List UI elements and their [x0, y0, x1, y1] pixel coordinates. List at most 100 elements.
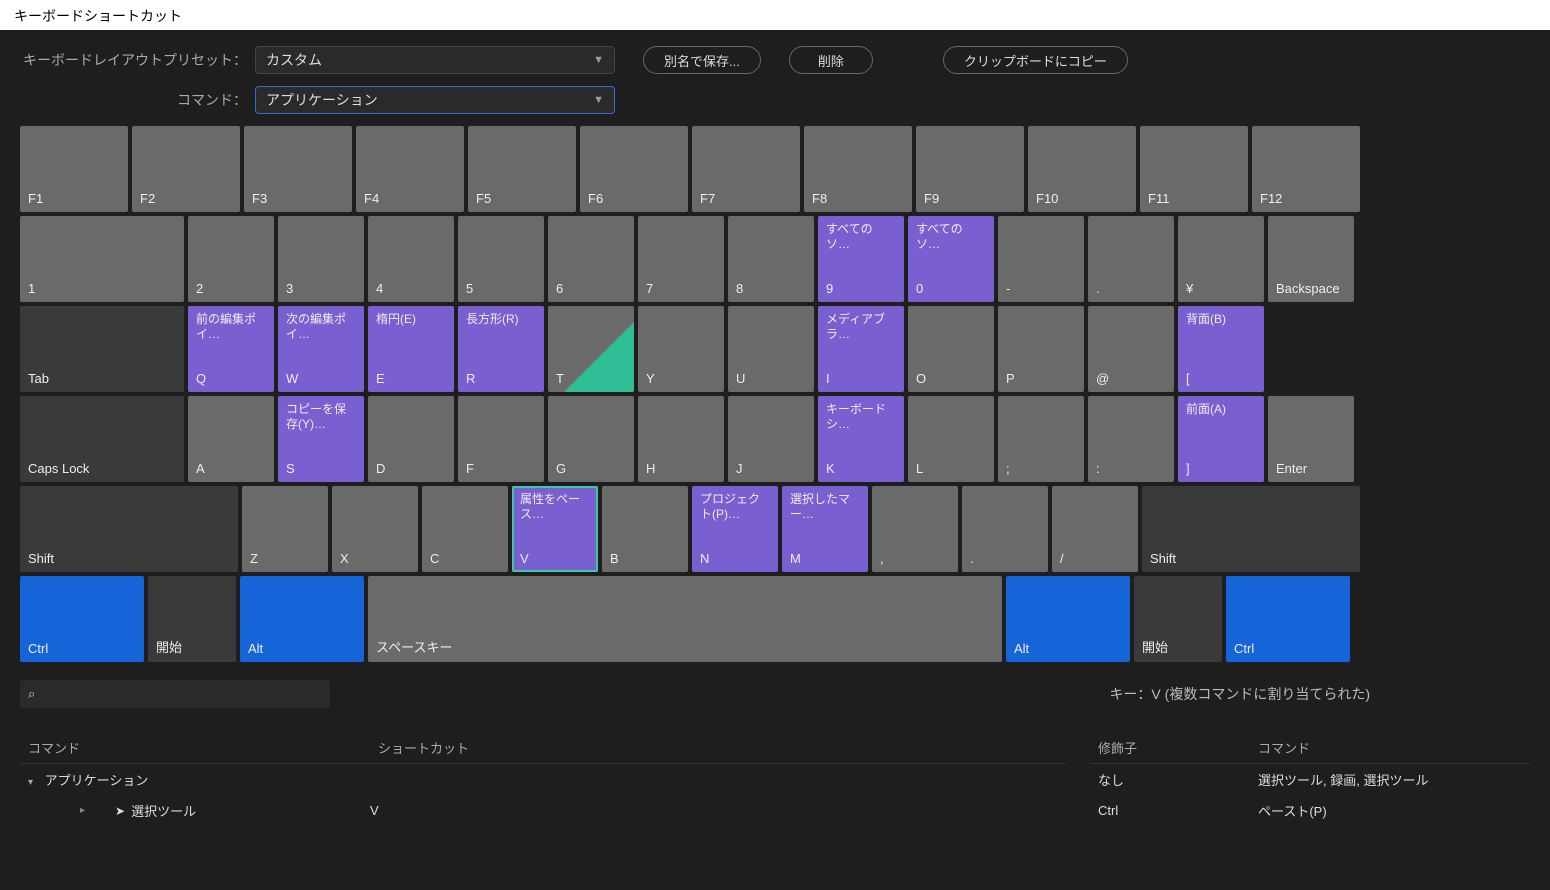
key-m[interactable]: 選択したマー…M [782, 486, 868, 572]
key-開始[interactable]: 開始 [148, 576, 236, 662]
key-x[interactable]: X [332, 486, 418, 572]
preset-select-value: カスタム [266, 50, 322, 70]
key-enter[interactable]: Enter [1268, 396, 1354, 482]
key-d[interactable]: D [368, 396, 454, 482]
key-f[interactable]: F [458, 396, 544, 482]
key-6[interactable]: 6 [548, 216, 634, 302]
key-f11[interactable]: F11 [1140, 126, 1248, 212]
modifier-row[interactable]: Ctrlペースト(P) [1090, 795, 1530, 826]
key-shift[interactable]: Shift [1142, 486, 1360, 572]
tree-expand-icon[interactable]: ▾ [28, 777, 33, 788]
key-.[interactable]: . [1088, 216, 1174, 302]
key-0[interactable]: すべてのソ…0 [908, 216, 994, 302]
key-top-label: 前の編集ポイ… [196, 312, 266, 342]
key-¥[interactable]: ¥ [1178, 216, 1264, 302]
key-b[interactable]: B [602, 486, 688, 572]
key-top-label: すべてのソ… [916, 222, 986, 252]
key-8[interactable]: 8 [728, 216, 814, 302]
key-backspace[interactable]: Backspace [1268, 216, 1354, 302]
key-bottom-label: 9 [826, 281, 896, 296]
key-r[interactable]: 長方形(R)R [458, 306, 544, 392]
key-bottom-label: H [646, 461, 716, 476]
key-k[interactable]: キーボードシ…K [818, 396, 904, 482]
key-caps-lock[interactable]: Caps Lock [20, 396, 184, 482]
key-3[interactable]: 3 [278, 216, 364, 302]
key-:[interactable]: : [1088, 396, 1174, 482]
key-y[interactable]: Y [638, 306, 724, 392]
key-f5[interactable]: F5 [468, 126, 576, 212]
key-top-label: 属性をペース… [520, 492, 590, 522]
key-w[interactable]: 次の編集ポイ…W [278, 306, 364, 392]
key-開始[interactable]: 開始 [1134, 576, 1222, 662]
save-as-button[interactable]: 別名で保存... [643, 46, 761, 74]
key-f4[interactable]: F4 [356, 126, 464, 212]
key-2[interactable]: 2 [188, 216, 274, 302]
key-a[interactable]: A [188, 396, 274, 482]
key-4[interactable]: 4 [368, 216, 454, 302]
key-ctrl[interactable]: Ctrl [1226, 576, 1350, 662]
key-bottom-label: F5 [476, 191, 568, 206]
key-9[interactable]: すべてのソ…9 [818, 216, 904, 302]
key-5[interactable]: 5 [458, 216, 544, 302]
key-f7[interactable]: F7 [692, 126, 800, 212]
modifier-row[interactable]: なし選択ツール, 録画, 選択ツール [1090, 764, 1530, 795]
key-[[interactable]: 背面(B)[ [1178, 306, 1264, 392]
key-@[interactable]: @ [1088, 306, 1174, 392]
key-c[interactable]: C [422, 486, 508, 572]
key-f2[interactable]: F2 [132, 126, 240, 212]
key-7[interactable]: 7 [638, 216, 724, 302]
key-,[interactable]: , [872, 486, 958, 572]
key-/[interactable]: / [1052, 486, 1138, 572]
key-f3[interactable]: F3 [244, 126, 352, 212]
key-h[interactable]: H [638, 396, 724, 482]
key-v[interactable]: 属性をペース…V [512, 486, 598, 572]
key-bottom-label: E [376, 371, 446, 386]
delete-button[interactable]: 削除 [789, 46, 873, 74]
key-o[interactable]: O [908, 306, 994, 392]
key-z[interactable]: Z [242, 486, 328, 572]
key-][interactable]: 前面(A)] [1178, 396, 1264, 482]
key-e[interactable]: 楕円(E)E [368, 306, 454, 392]
key-l[interactable]: L [908, 396, 994, 482]
search-input[interactable] [20, 680, 330, 708]
key-alt[interactable]: Alt [240, 576, 364, 662]
key-bottom-label: F [466, 461, 536, 476]
key-f12[interactable]: F12 [1252, 126, 1360, 212]
key-t[interactable]: T [548, 306, 634, 392]
key-ctrl[interactable]: Ctrl [20, 576, 144, 662]
command-select[interactable]: アプリケーション ▼ [255, 86, 615, 114]
key-;[interactable]: ; [998, 396, 1084, 482]
key-top-label: コピーを保存(Y)… [286, 402, 356, 432]
key-bottom-label: Q [196, 371, 266, 386]
preset-select[interactable]: カスタム ▼ [255, 46, 615, 74]
key-alt[interactable]: Alt [1006, 576, 1130, 662]
key-f8[interactable]: F8 [804, 126, 912, 212]
key-s[interactable]: コピーを保存(Y)…S [278, 396, 364, 482]
key-f1[interactable]: F1 [20, 126, 128, 212]
copy-clipboard-button[interactable]: クリップボードにコピー [943, 46, 1128, 74]
key-p[interactable]: P [998, 306, 1084, 392]
key-f10[interactable]: F10 [1028, 126, 1136, 212]
key-tab[interactable]: Tab [20, 306, 184, 392]
tree-collapse-icon[interactable]: ▸ [80, 805, 85, 816]
key-スペースキー[interactable]: スペースキー [368, 576, 1002, 662]
tree-child-row[interactable]: ▸ ➤ 選択ツール V [20, 795, 1066, 826]
key-q[interactable]: 前の編集ポイ… Q [188, 306, 274, 392]
key-1[interactable]: 1 [20, 216, 184, 302]
key-shift[interactable]: Shift [20, 486, 238, 572]
tree-root-row[interactable]: ▾ アプリケーション [20, 764, 1066, 795]
key-g[interactable]: G [548, 396, 634, 482]
key-f6[interactable]: F6 [580, 126, 688, 212]
key-i[interactable]: メディアブラ…I [818, 306, 904, 392]
col-shortcut-header: ショートカット [378, 738, 1058, 757]
key-bottom-label: F4 [364, 191, 456, 206]
key-n[interactable]: プロジェクト(P)…N [692, 486, 778, 572]
key-info-text: キー：V (複数コマンドに割り当てられた) [1109, 680, 1530, 704]
key-j[interactable]: J [728, 396, 814, 482]
key-u[interactable]: U [728, 306, 814, 392]
key-bottom-label: Tab [28, 371, 176, 386]
key--[interactable]: - [998, 216, 1084, 302]
key-.[interactable]: . [962, 486, 1048, 572]
key-f9[interactable]: F9 [916, 126, 1024, 212]
key-bottom-label: ] [1186, 461, 1256, 476]
